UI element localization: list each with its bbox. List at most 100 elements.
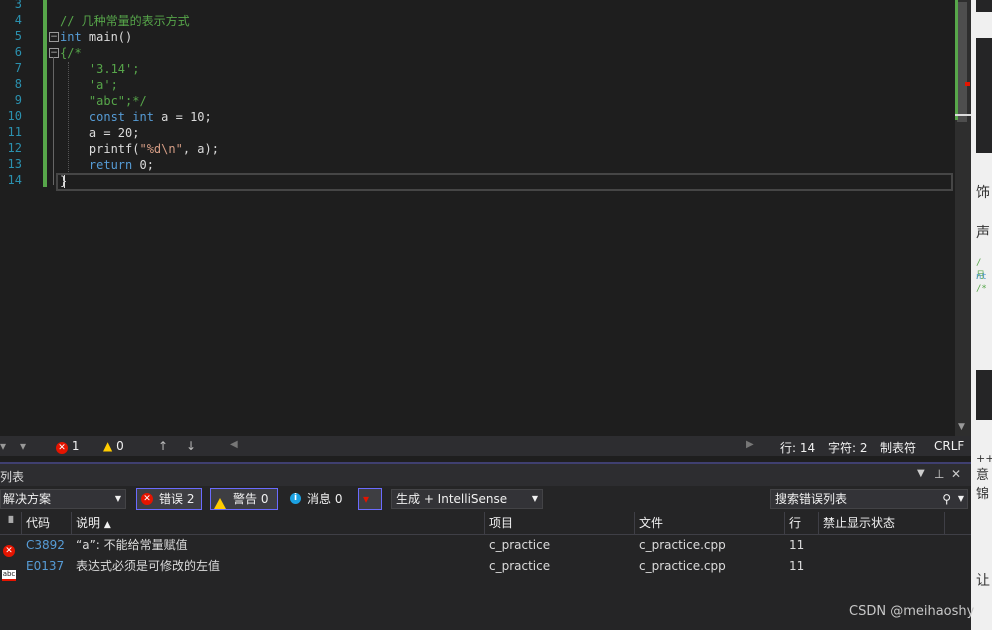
next-issue-arrow-icon[interactable]: ↓ bbox=[186, 439, 196, 453]
previous-issue-arrow-icon[interactable]: ↑ bbox=[158, 439, 168, 453]
pin-icon[interactable]: ⊥ bbox=[934, 467, 944, 481]
code-line[interactable]: a = 20; bbox=[60, 125, 140, 141]
code-line[interactable]: printf("%d\n", a); bbox=[60, 141, 219, 157]
adjacent-text: 饰 bbox=[976, 185, 990, 201]
line-number: 6 bbox=[14, 45, 22, 59]
scope-value: 解决方案 bbox=[3, 492, 52, 506]
error-file: c_practice.cpp bbox=[639, 559, 726, 573]
scroll-left-arrow-icon[interactable]: ◀ bbox=[230, 439, 238, 450]
search-placeholder: 搜索错误列表 bbox=[775, 492, 848, 506]
code-token: a = 20; bbox=[60, 126, 140, 140]
current-line-highlight bbox=[56, 173, 953, 191]
error-list-grid: ▝ 代码 说明 ▲ 项目 文件 行 禁止显示状态 ✕ C3892 “a”: 不能… bbox=[0, 512, 971, 630]
line-number: 11 bbox=[7, 125, 22, 139]
error-count-indicator[interactable]: ✕ 1 bbox=[56, 439, 79, 454]
messages-filter-label: 消息 0 bbox=[307, 492, 343, 506]
build-filter-dropdown[interactable]: 生成 + IntelliSense ▼ bbox=[391, 489, 543, 509]
error-icon: ✕ bbox=[56, 442, 68, 454]
scrollbar-error-marker bbox=[965, 82, 970, 86]
editor-status-strip: ▾ ▾ ✕ 1 ▲ 0 ↑ ↓ ◀ ▶ 行: 14 字符: 2 制表符 CRLF bbox=[0, 436, 971, 456]
code-line[interactable]: int main() bbox=[60, 29, 132, 45]
code-line[interactable]: '3.14'; bbox=[60, 61, 140, 77]
code-token: 0; bbox=[132, 158, 154, 172]
line-number: 4 bbox=[14, 13, 22, 27]
code-token: "abc";*/ bbox=[60, 94, 147, 108]
error-list-header: 列表 ▼ ⊥ ✕ bbox=[0, 462, 971, 488]
table-row[interactable]: abc E0137 表达式必须是可修改的左值 c_practice c_prac… bbox=[0, 556, 971, 581]
code-line[interactable]: return 0; bbox=[60, 157, 154, 173]
zoom-dropdown[interactable]: ▾ bbox=[0, 439, 6, 453]
column-header-suppression[interactable]: 禁止显示状态 bbox=[819, 512, 945, 534]
adjacent-window-edge: 饰 声 / 月 nt /* ++\ 意锦 让 bbox=[971, 0, 992, 630]
code-token: int bbox=[60, 30, 82, 44]
code-line[interactable]: // 几种常量的表示方式 bbox=[60, 13, 190, 29]
scrollbar-thumb[interactable] bbox=[957, 2, 967, 122]
code-token: const bbox=[88, 110, 126, 124]
column-header-project[interactable]: 项目 bbox=[485, 512, 635, 534]
line-number: 5 bbox=[14, 29, 22, 43]
error-code-link[interactable]: E0137 bbox=[26, 556, 64, 577]
error-line: 11 bbox=[789, 559, 805, 573]
panel-title: 列表 bbox=[0, 470, 25, 484]
adjacent-text: 让 bbox=[976, 573, 990, 589]
fold-toggle-icon[interactable]: − bbox=[49, 48, 59, 58]
column-header-icon[interactable]: ▝ bbox=[0, 512, 22, 534]
scroll-down-arrow-icon[interactable]: ▼ bbox=[958, 422, 965, 432]
sort-marker-icon: ▝ bbox=[4, 516, 14, 530]
fold-guide-line bbox=[53, 57, 54, 185]
scroll-right-arrow-icon[interactable]: ▶ bbox=[746, 439, 754, 450]
adjacent-text: 声 bbox=[976, 225, 990, 241]
close-icon[interactable]: ✕ bbox=[951, 467, 961, 481]
code-line[interactable]: const int a = 10; bbox=[60, 109, 212, 125]
messages-filter-button[interactable]: i 消息 0 bbox=[285, 488, 349, 510]
change-indicator-bar bbox=[43, 0, 47, 187]
adjacent-dark-block bbox=[976, 0, 992, 12]
line-number: 10 bbox=[7, 109, 22, 123]
scope-dropdown[interactable]: 解决方案 ▼ bbox=[0, 489, 126, 509]
tabs-indicator[interactable]: 制表符 bbox=[880, 439, 916, 456]
error-list-toolbar: 解决方案 ▼ ✕ 错误 2 警告 0 i 消息 0 ▾ 生成 + Intelli… bbox=[0, 486, 971, 512]
error-code-link[interactable]: C3892 bbox=[26, 535, 65, 556]
chevron-down-icon: ▼ bbox=[531, 494, 538, 503]
error-file: c_practice.cpp bbox=[639, 538, 726, 552]
column-header-description[interactable]: 说明 ▲ bbox=[72, 512, 485, 534]
code-token: return bbox=[88, 158, 133, 172]
filter-toggle-button[interactable]: ▾ bbox=[358, 488, 382, 510]
column-header-line[interactable]: 行 bbox=[785, 512, 819, 534]
build-filter-value: 生成 + IntelliSense bbox=[396, 492, 508, 506]
panel-menu-icon[interactable]: ▼ bbox=[917, 468, 925, 479]
indent-guide bbox=[68, 62, 70, 174]
column-header-code[interactable]: 代码 bbox=[22, 512, 72, 534]
adjacent-dark-block bbox=[976, 370, 992, 420]
error-description: “a”: 不能给常量赋值 bbox=[76, 538, 188, 552]
warning-icon bbox=[214, 493, 226, 513]
line-indicator: 行: 14 bbox=[780, 441, 816, 455]
search-icon[interactable]: ⚲ bbox=[942, 490, 951, 508]
error-project: c_practice bbox=[489, 538, 551, 552]
warnings-filter-button[interactable]: 警告 0 bbox=[210, 488, 278, 510]
warning-count-indicator[interactable]: ▲ 0 bbox=[103, 439, 124, 453]
code-line[interactable]: "abc";*/ bbox=[60, 93, 147, 109]
filter-icon: ▾ bbox=[363, 492, 370, 506]
error-description: 表达式必须是可修改的左值 bbox=[76, 559, 221, 573]
editor-vertical-scrollbar[interactable]: ▼ bbox=[955, 0, 971, 436]
code-editor[interactable]: 3 4 5 6 7 8 9 10 11 12 13 14 // 几种常量的表示方式 int main()… bbox=[0, 0, 955, 436]
chevron-down-icon[interactable]: ▼ bbox=[958, 490, 964, 508]
line-number: 14 bbox=[7, 173, 22, 187]
code-token: printf( bbox=[60, 142, 140, 156]
code-token: {/* bbox=[60, 46, 82, 60]
code-line[interactable]: {/* bbox=[60, 45, 82, 61]
adjacent-text: /* bbox=[976, 284, 987, 294]
zoom-chevron-icon[interactable]: ▾ bbox=[20, 439, 26, 453]
errors-filter-button[interactable]: ✕ 错误 2 bbox=[136, 488, 202, 510]
column-header-file[interactable]: 文件 bbox=[635, 512, 785, 534]
eol-indicator[interactable]: CRLF bbox=[934, 439, 964, 453]
search-error-list-input[interactable]: 搜索错误列表 ⚲ ▼ bbox=[770, 489, 968, 509]
warning-icon: ▲ bbox=[103, 439, 113, 453]
scrollbar-caret-marker bbox=[955, 114, 971, 116]
fold-toggle-icon[interactable]: − bbox=[49, 32, 59, 42]
line-number: 3 bbox=[14, 0, 22, 11]
table-row[interactable]: ✕ C3892 “a”: 不能给常量赋值 c_practice c_practi… bbox=[0, 535, 971, 557]
text-cursor bbox=[64, 175, 65, 188]
